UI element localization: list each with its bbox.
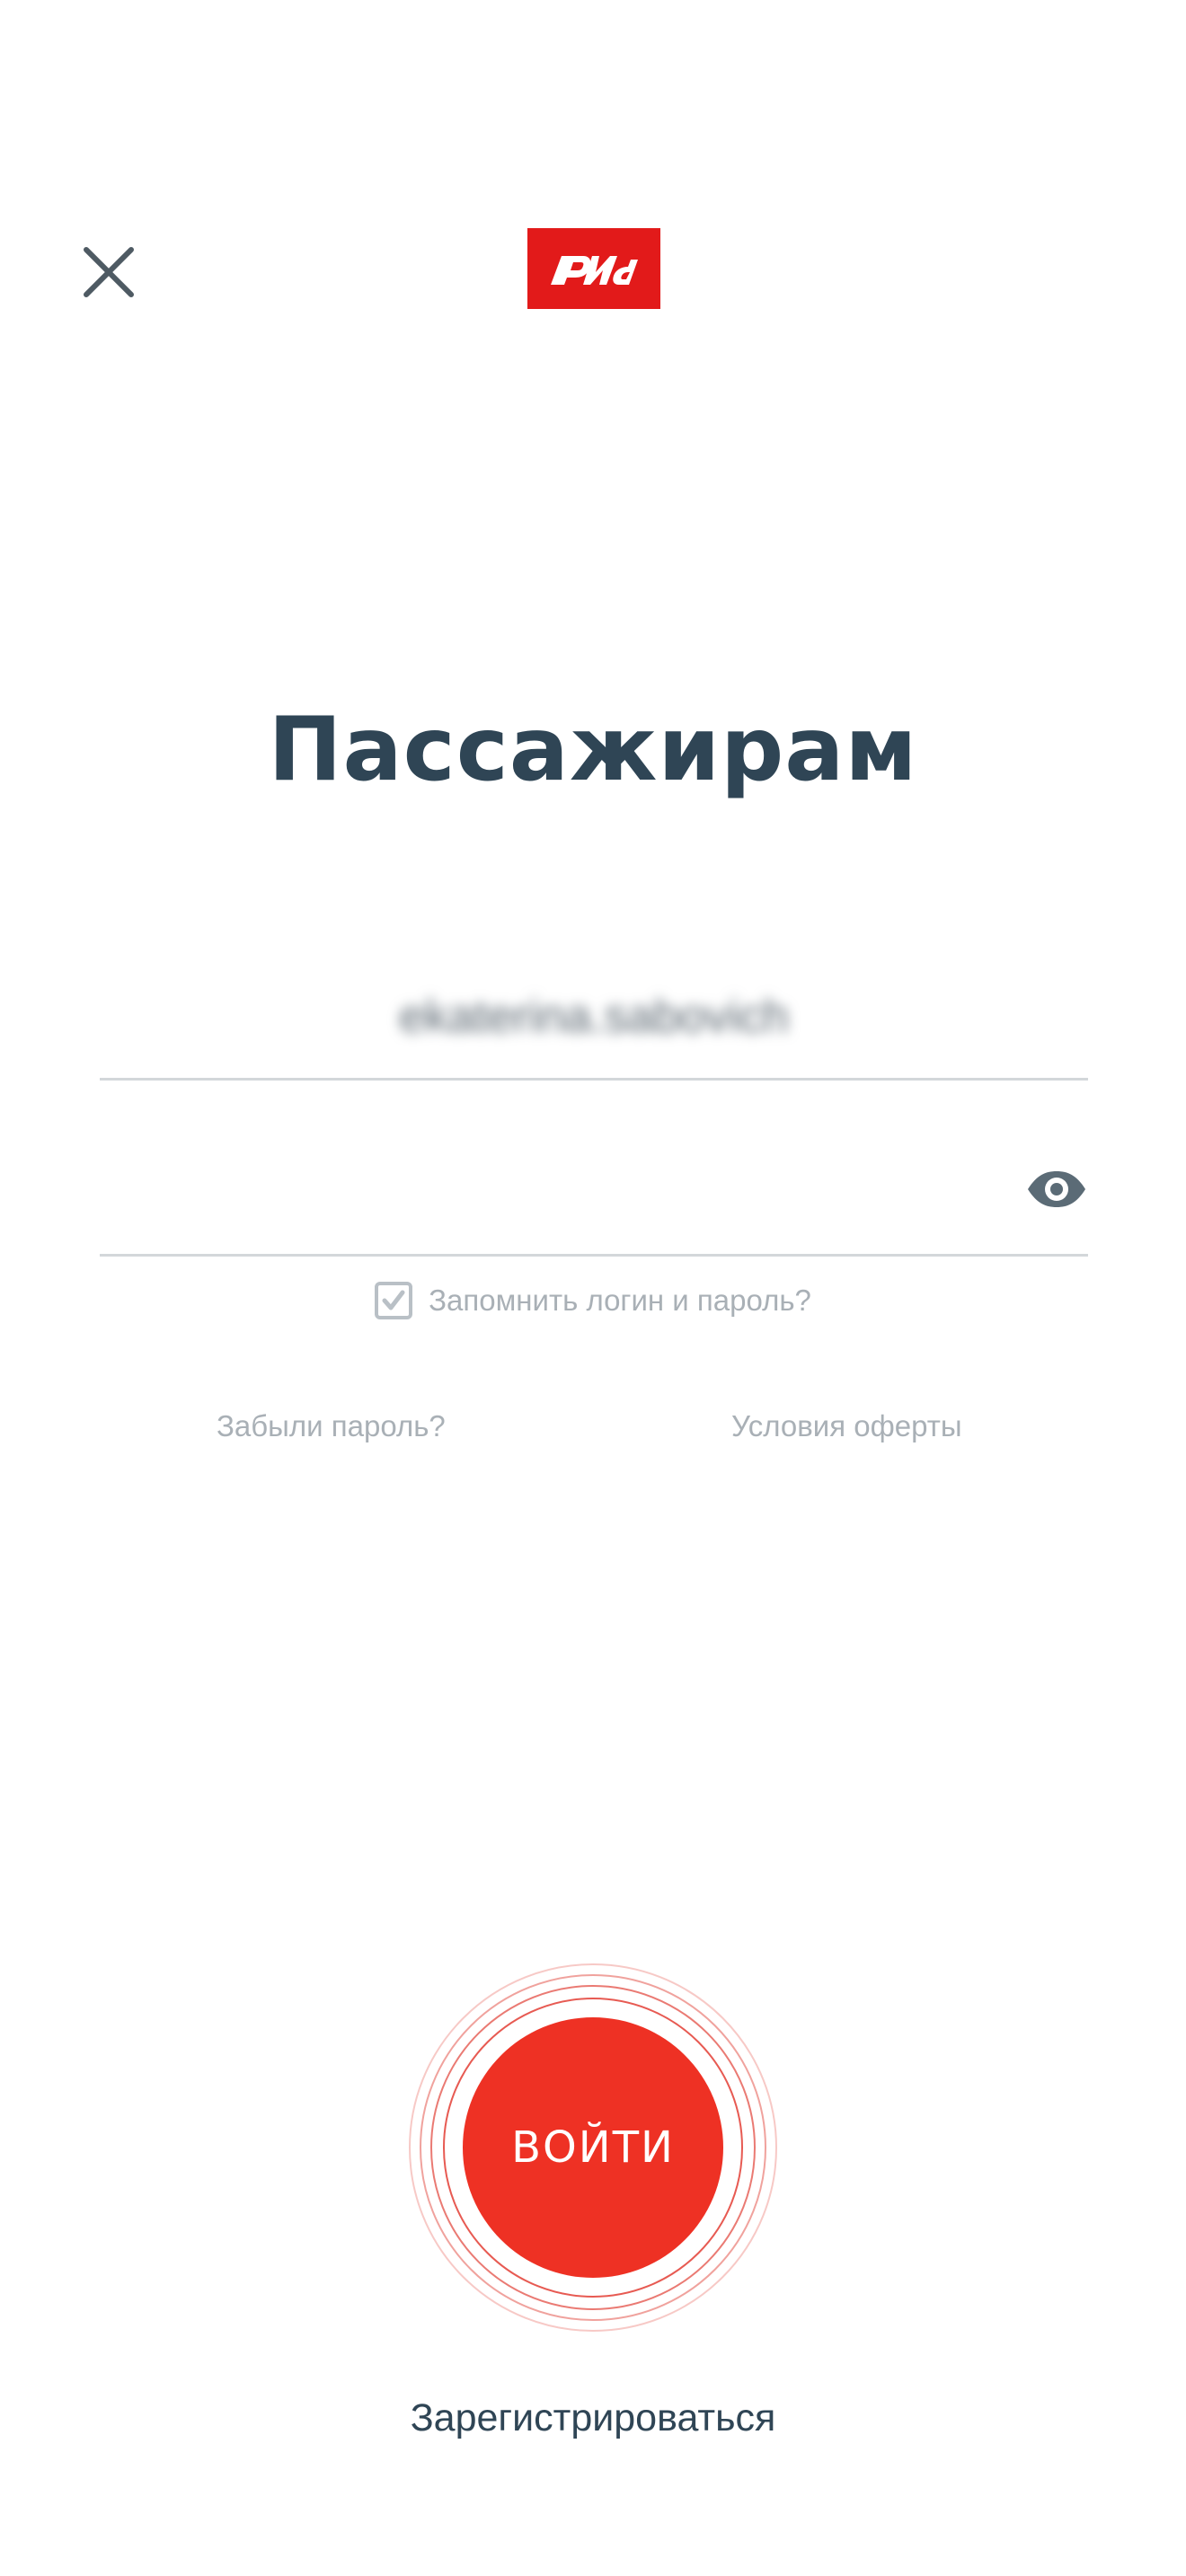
eye-icon: [1028, 1171, 1085, 1207]
login-button[interactable]: ВОЙТИ: [463, 2017, 723, 2278]
offer-terms-link[interactable]: Условия оферты: [731, 1401, 962, 1451]
rzd-logo: [527, 228, 660, 309]
password-field[interactable]: [100, 1135, 1088, 1257]
login-button-area: ВОЙТИ: [409, 1963, 777, 2332]
login-field[interactable]: ekaterina.sabovich: [100, 961, 1088, 1081]
forgot-password-link[interactable]: Забыли пароль?: [217, 1401, 446, 1451]
login-value: ekaterina.sabovich: [399, 991, 789, 1043]
remember-label: Запомнить логин и пароль?: [429, 1284, 811, 1317]
close-icon: [84, 247, 134, 297]
remember-checkbox[interactable]: [375, 1282, 413, 1319]
close-button[interactable]: [72, 235, 146, 309]
register-link[interactable]: Зарегистрироваться: [0, 2389, 1186, 2447]
checkmark-icon: [382, 1290, 405, 1310]
page-title: Пассажирам: [268, 699, 918, 801]
show-password-button[interactable]: [1025, 1162, 1088, 1216]
remember-row: Запомнить логин и пароль?: [0, 1275, 1186, 1326]
